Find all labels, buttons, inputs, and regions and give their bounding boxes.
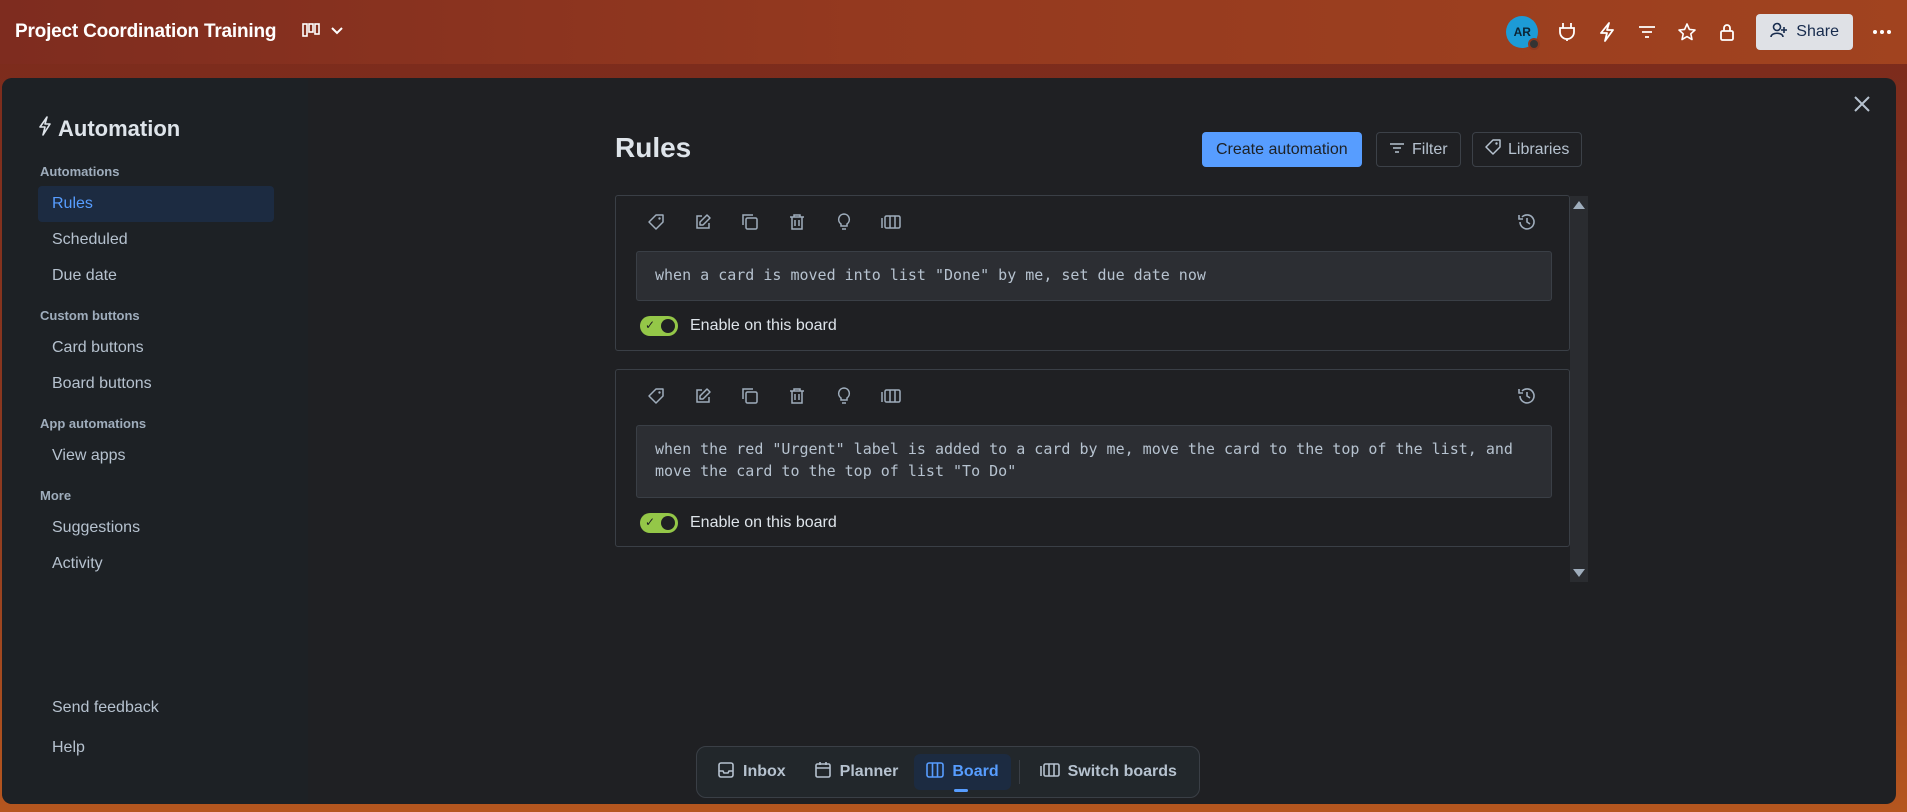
toggle-knob xyxy=(661,319,675,333)
sidebar-item-activity[interactable]: Activity xyxy=(38,546,274,582)
trash-icon[interactable] xyxy=(785,384,809,408)
rule-actions xyxy=(644,384,903,408)
tag-icon xyxy=(1485,139,1501,160)
enable-label: Enable on this board xyxy=(690,317,837,334)
active-indicator xyxy=(954,789,969,792)
nav-switch-boards[interactable]: Switch boards xyxy=(1028,754,1189,790)
lock-icon[interactable] xyxy=(1716,21,1738,43)
sidebar-title: Automation xyxy=(38,116,180,142)
section-automations: Automations xyxy=(40,164,120,179)
scroll-down-arrow-icon[interactable] xyxy=(1573,569,1585,577)
history-icon[interactable] xyxy=(1515,384,1539,408)
board-view-icon xyxy=(302,22,321,43)
inbox-icon xyxy=(717,761,735,784)
scroll-up-arrow-icon[interactable] xyxy=(1573,201,1585,209)
sidebar-item-view-apps[interactable]: View apps xyxy=(38,438,274,474)
enable-toggle[interactable]: ✓ xyxy=(640,513,678,533)
trash-icon[interactable] xyxy=(785,210,809,234)
switch-boards-icon xyxy=(1039,762,1060,783)
board-view-switcher[interactable] xyxy=(302,22,344,43)
sidebar-item-help[interactable]: Help xyxy=(38,730,274,766)
rule-actions xyxy=(644,210,903,234)
enable-label: Enable on this board xyxy=(690,514,837,531)
rule-card: when the red "Urgent" label is added to … xyxy=(615,369,1570,547)
chevron-down-icon xyxy=(330,23,344,41)
edit-icon[interactable] xyxy=(691,384,715,408)
board-icon[interactable] xyxy=(879,384,903,408)
nav-inbox-label: Inbox xyxy=(743,763,786,780)
share-label: Share xyxy=(1796,23,1839,40)
sidebar-item-card-buttons[interactable]: Card buttons xyxy=(38,330,274,366)
libraries-button[interactable]: Libraries xyxy=(1472,132,1583,167)
more-options-icon[interactable] xyxy=(1871,21,1893,43)
section-custom-buttons: Custom buttons xyxy=(40,308,140,323)
sidebar-item-send-feedback[interactable]: Send feedback xyxy=(38,690,274,726)
enable-toggle-row: ✓ Enable on this board xyxy=(640,316,837,336)
board-header: Project Coordination Training AR Share xyxy=(0,0,1907,64)
sidebar-title-text: Automation xyxy=(58,116,181,141)
enable-toggle[interactable]: ✓ xyxy=(640,316,678,336)
power-ups-icon[interactable] xyxy=(1556,21,1578,43)
page-title: Rules xyxy=(615,132,692,163)
nav-board[interactable]: Board xyxy=(914,754,1011,792)
libraries-label: Libraries xyxy=(1508,140,1570,158)
add-person-icon xyxy=(1770,22,1788,43)
admin-badge-icon xyxy=(1528,38,1541,50)
nav-inbox[interactable]: Inbox xyxy=(705,754,798,790)
check-icon: ✓ xyxy=(645,318,656,332)
lightning-icon xyxy=(38,116,52,142)
edit-icon[interactable] xyxy=(691,210,715,234)
nav-divider xyxy=(1018,760,1020,784)
star-icon[interactable] xyxy=(1676,21,1698,43)
rule-description: when the red "Urgent" label is added to … xyxy=(636,425,1552,498)
section-app-automations: App automations xyxy=(40,416,147,431)
toggle-knob xyxy=(661,516,675,530)
nav-planner[interactable]: Planner xyxy=(802,754,911,790)
automation-icon[interactable] xyxy=(1596,21,1618,43)
tag-icon[interactable] xyxy=(644,384,668,408)
board-icon xyxy=(926,761,945,783)
rules-scrollbar[interactable] xyxy=(1570,196,1588,582)
board-title[interactable]: Project Coordination Training xyxy=(15,21,276,43)
bottom-navigation: Inbox Planner Board Switch boards xyxy=(696,746,1200,798)
nav-board-label: Board xyxy=(952,763,999,780)
avatar[interactable]: AR xyxy=(1506,16,1541,50)
calendar-icon xyxy=(814,761,832,784)
filter-button[interactable]: Filter xyxy=(1376,132,1461,167)
automation-sidebar: Automation Automations Rules Scheduled D… xyxy=(2,78,308,804)
check-icon: ✓ xyxy=(645,515,656,529)
sidebar-item-board-buttons[interactable]: Board buttons xyxy=(38,366,274,402)
sidebar-item-suggestions[interactable]: Suggestions xyxy=(38,510,274,546)
lightbulb-icon[interactable] xyxy=(832,210,856,234)
rule-card: when a card is moved into list "Done" by… xyxy=(615,195,1570,351)
sidebar-item-due-date[interactable]: Due date xyxy=(38,258,274,294)
nav-switch-boards-label: Switch boards xyxy=(1067,763,1177,780)
copy-icon[interactable] xyxy=(738,210,762,234)
board-icon[interactable] xyxy=(879,210,903,234)
create-automation-button[interactable]: Create automation xyxy=(1202,132,1362,167)
filter-icon xyxy=(1389,141,1405,159)
copy-icon[interactable] xyxy=(738,384,762,408)
filter-icon[interactable] xyxy=(1636,21,1658,43)
section-more: More xyxy=(40,488,72,503)
close-icon[interactable] xyxy=(1850,92,1874,116)
rule-description: when a card is moved into list "Done" by… xyxy=(636,251,1552,301)
share-button[interactable]: Share xyxy=(1756,14,1853,50)
automation-modal: Automation Automations Rules Scheduled D… xyxy=(2,78,1896,804)
history-icon[interactable] xyxy=(1515,210,1539,234)
nav-planner-label: Planner xyxy=(839,763,899,780)
sidebar-item-rules[interactable]: Rules xyxy=(38,186,274,222)
lightbulb-icon[interactable] xyxy=(832,384,856,408)
sidebar-item-scheduled[interactable]: Scheduled xyxy=(38,222,274,258)
enable-toggle-row: ✓ Enable on this board xyxy=(640,513,837,533)
tag-icon[interactable] xyxy=(644,210,668,234)
avatar-initials: AR xyxy=(1513,25,1531,39)
filter-label: Filter xyxy=(1412,140,1448,158)
